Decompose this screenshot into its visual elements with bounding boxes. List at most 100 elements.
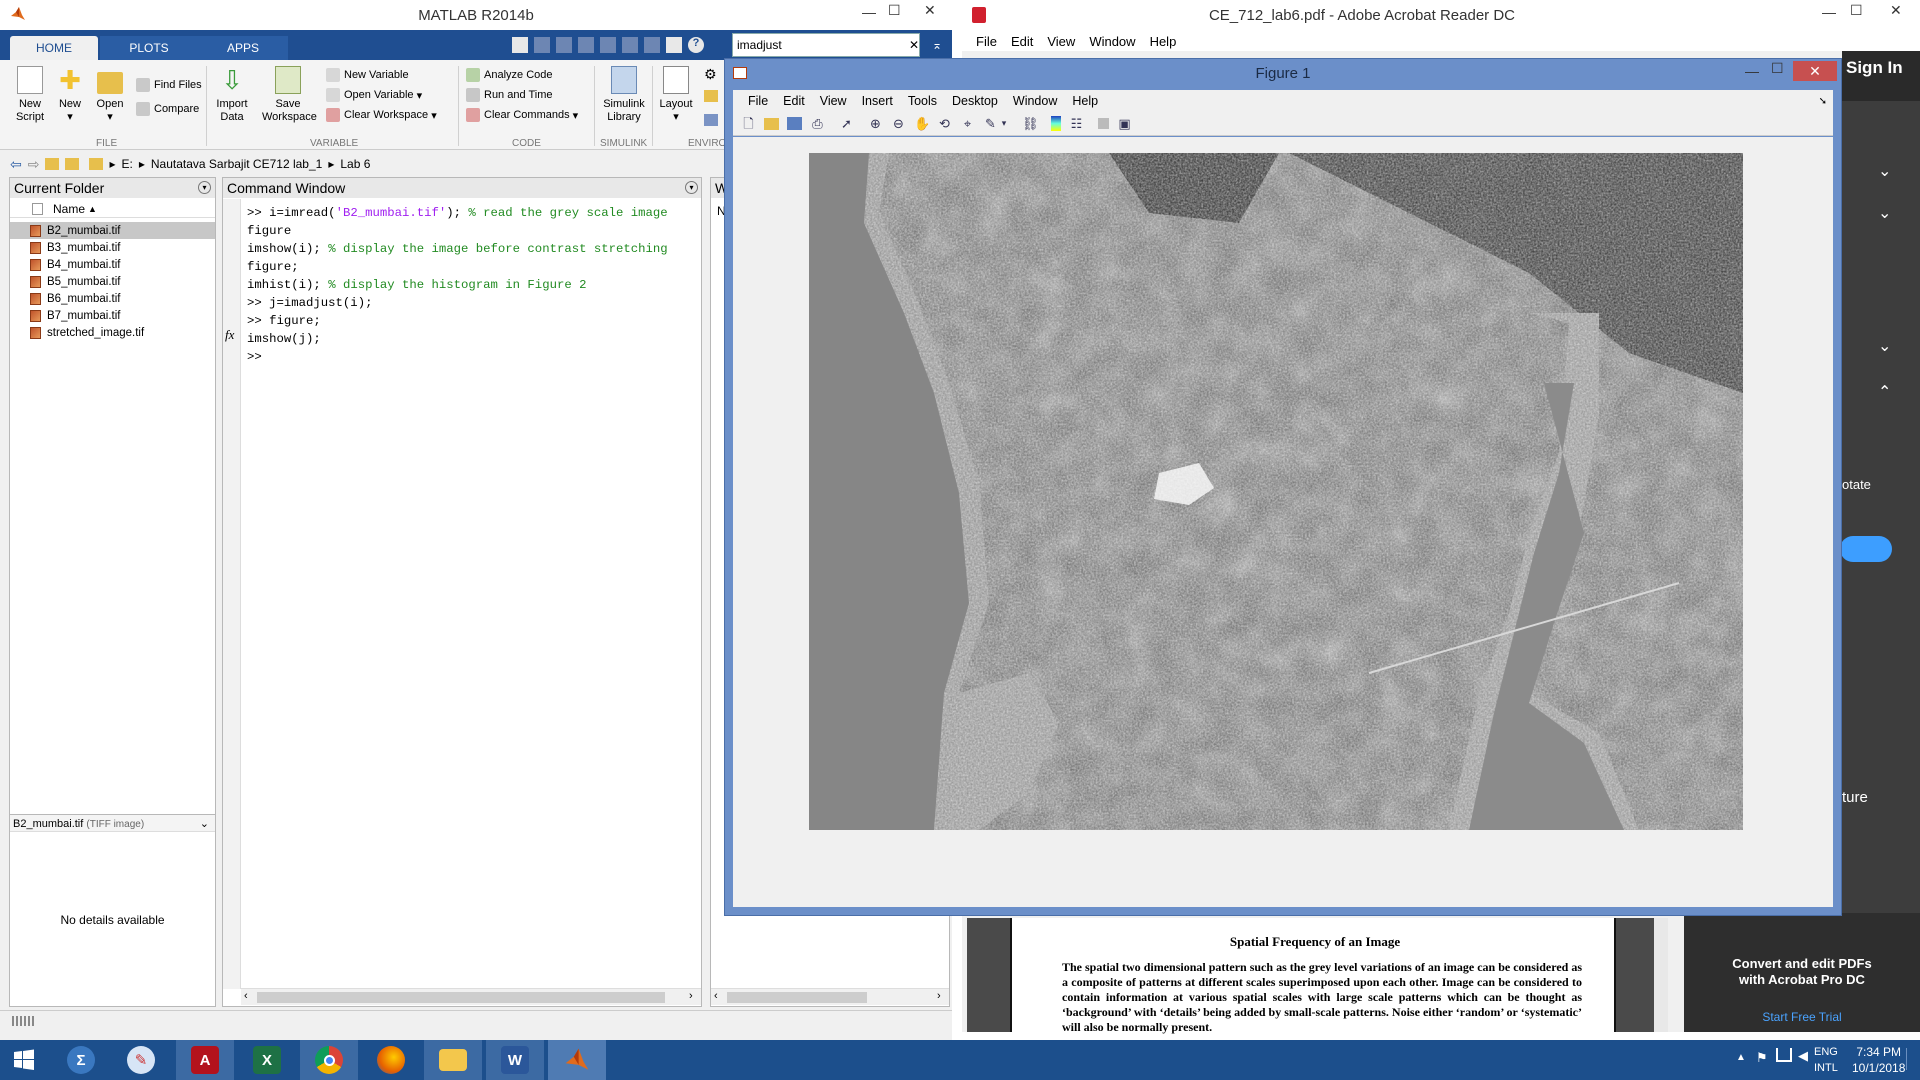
notifications-icon[interactable] [1906,1048,1916,1070]
column-name[interactable]: Name [53,202,85,216]
figure-menu-edit[interactable]: Edit [783,94,805,108]
network-icon[interactable] [1776,1048,1792,1062]
taskbar-acrobat[interactable]: A [176,1040,234,1080]
acrobat-menu-file[interactable]: File [976,34,997,49]
clear-commands-button[interactable]: Clear Commands ▾ [466,108,578,122]
chevron-down-icon[interactable]: ▾ [1000,116,1008,131]
new-variable-button[interactable]: New Variable [326,68,409,82]
chevron-up-icon[interactable]: ⌃ [1878,382,1891,402]
search-documentation[interactable]: ✕ [732,33,920,57]
acrobat-action-button[interactable] [1840,536,1892,562]
scroll-left-icon[interactable]: ‹ [244,990,248,1002]
zoom-in-icon[interactable]: ⊕ [868,116,883,131]
details-panel-header[interactable]: B2_mumbai.tif (TIFF image) ⌄ [10,814,215,832]
tab-plots[interactable]: PLOTS [100,36,198,60]
chevron-down-icon[interactable]: ⌄ [1878,161,1891,181]
matlab-minimize-button[interactable]: — [862,4,876,20]
acrobat-maximize-button[interactable]: ☐ [1850,2,1863,19]
show-plot-tools-icon[interactable]: ▣ [1117,116,1132,131]
list-item[interactable]: stretched_image.tif [10,324,215,341]
preferences-icon[interactable]: ⚙ [704,66,717,83]
list-item[interactable]: B3_mumbai.tif [10,239,215,256]
zoom-out-icon[interactable]: ⊖ [891,116,906,131]
taskbar-chrome[interactable] [300,1040,358,1080]
chevron-down-icon[interactable]: ⌄ [1878,336,1891,356]
search-input[interactable] [737,35,897,55]
start-button[interactable] [0,1040,48,1080]
workspace-horizontal-scrollbar[interactable]: ‹ › [711,988,949,1005]
dock-icon[interactable]: ➘ [1819,96,1827,107]
print-icon[interactable]: ⎙ [810,116,825,131]
acrobat-menu-window[interactable]: Window [1089,34,1135,49]
figure-menu-insert[interactable]: Insert [862,94,893,108]
forward-icon[interactable]: ⇨ [28,156,40,173]
search-toggle-button[interactable]: ⌅ [926,34,948,56]
layout-button[interactable]: Layout ▾ [652,66,700,124]
copy-icon[interactable] [578,37,594,53]
list-item[interactable]: B5_mumbai.tif [10,273,215,290]
link-plot-icon[interactable]: ⛓ [1022,116,1039,131]
pan-icon[interactable]: ✋ [914,116,930,131]
clear-workspace-button[interactable]: Clear Workspace ▾ [326,108,437,122]
save-icon[interactable] [534,37,550,53]
new-figure-icon[interactable]: 🗋 [741,116,756,131]
quick-access-icon[interactable] [512,37,528,53]
up-folder-icon[interactable] [45,158,60,170]
taskbar-paint[interactable]: ✎ [112,1040,170,1080]
figure-menu-window[interactable]: Window [1013,94,1057,108]
taskbar-firefox[interactable] [362,1040,420,1080]
back-icon[interactable]: ⇦ [10,156,22,173]
data-cursor-icon[interactable]: ⌖ [960,116,975,131]
tray-overflow-icon[interactable]: ▲ [1736,1052,1746,1063]
browse-folder-icon[interactable] [65,158,80,170]
switch-windows-icon[interactable] [666,37,682,53]
open-variable-button[interactable]: Open Variable ▾ [326,88,422,102]
list-item[interactable]: B7_mumbai.tif [10,307,215,324]
action-center-flag-icon[interactable]: ⚑ [1756,1050,1768,1066]
compare-button[interactable]: Compare [136,102,199,116]
list-item[interactable]: B4_mumbai.tif [10,256,215,273]
paste-icon[interactable] [600,37,616,53]
scroll-right-icon[interactable]: › [937,990,941,1002]
brush-icon[interactable]: ✎ [983,116,998,131]
run-and-time-button[interactable]: Run and Time [466,88,552,102]
acrobat-menu-view[interactable]: View [1047,34,1075,49]
satellite-image-mumbai[interactable] [809,153,1743,830]
tab-home[interactable]: HOME [10,36,98,60]
taskbar-word[interactable]: W [486,1040,544,1080]
command-prompt[interactable]: >> [247,350,262,364]
current-folder-column-header[interactable]: Name ▲ [10,200,215,218]
clear-search-icon[interactable]: ✕ [909,38,919,52]
figure-minimize-button[interactable]: — [1745,63,1759,79]
figure-close-button[interactable]: ✕ [1793,61,1837,81]
taskbar-calculator[interactable]: Σ [52,1040,110,1080]
figure-menu-desktop[interactable]: Desktop [952,94,998,108]
fx-icon[interactable]: fx [225,327,234,343]
figure-menu-help[interactable]: Help [1072,94,1098,108]
pointer-icon[interactable]: ➚ [839,116,854,131]
acrobat-minimize-button[interactable]: — [1822,4,1836,20]
parallel-icon[interactable] [704,114,718,126]
figure-menu-tools[interactable]: Tools [908,94,937,108]
system-clock[interactable]: 7:34 PM 10/1/2018 [1852,1044,1905,1076]
help-icon[interactable]: ? [688,37,704,53]
legend-icon[interactable]: ☷ [1069,116,1084,131]
scroll-thumb[interactable] [727,992,867,1003]
acrobat-menu-help[interactable]: Help [1150,34,1177,49]
list-item[interactable]: B2_mumbai.tif [10,222,215,239]
matlab-close-button[interactable]: ✕ [924,2,936,19]
set-path-icon[interactable] [704,90,718,102]
list-item[interactable]: B6_mumbai.tif [10,290,215,307]
figure-maximize-button[interactable]: ☐ [1771,60,1784,77]
panel-menu-icon[interactable]: ▾ [198,181,211,194]
command-window-panel[interactable]: Command Window ▾ fx >> i=imread('B2_mumb… [222,177,702,1007]
acrobat-menu-edit[interactable]: Edit [1011,34,1033,49]
breadcrumb-folder[interactable]: Nautatava Sarbajit CE712 lab_1 [151,157,322,171]
taskbar-excel[interactable]: X [238,1040,296,1080]
import-data-button[interactable]: ⇩ Import Data [208,66,256,124]
command-horizontal-scrollbar[interactable]: ‹ › [241,988,701,1005]
breadcrumb-drive[interactable]: E: [122,157,133,171]
acrobat-side-label-feature[interactable]: ture [1842,789,1868,806]
rotate-3d-icon[interactable]: ⟲ [937,116,952,131]
sign-in-button[interactable]: Sign In [1846,58,1903,78]
